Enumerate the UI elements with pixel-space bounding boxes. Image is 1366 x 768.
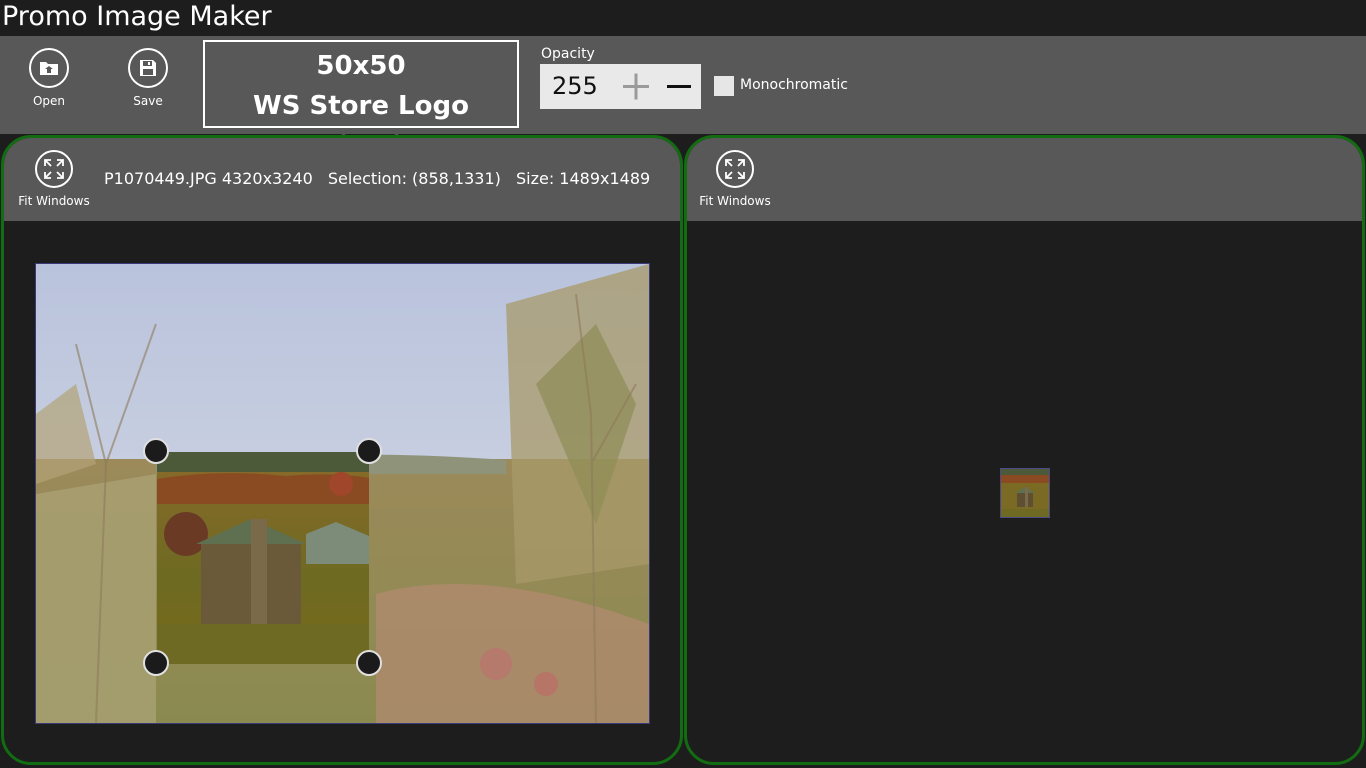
- selection-info: Selection: (858,1331): [327, 169, 501, 188]
- preview-panel: Fit Windows: [684, 135, 1365, 765]
- crop-handle-bottom-right[interactable]: [356, 650, 382, 676]
- expand-arrows-icon: [35, 150, 73, 188]
- opacity-increase-button[interactable]: [615, 64, 655, 109]
- monochromatic-label: Monochromatic: [740, 77, 848, 93]
- preview-thumbnail: [1000, 468, 1050, 518]
- preview-panel-header: Fit Windows: [687, 138, 1362, 221]
- open-label: Open: [32, 94, 66, 108]
- open-button[interactable]: Open: [19, 48, 79, 108]
- app-title: Promo Image Maker: [2, 1, 272, 32]
- open-folder-icon: [29, 48, 69, 88]
- toolbar: Open Save 50x50 WS Store Logo 50x50 Opac…: [0, 36, 1366, 161]
- source-panel-header: Fit Windows P1070449.JPG 4320x3240 Selec…: [4, 138, 680, 221]
- fit-windows-button[interactable]: Fit Windows: [18, 150, 90, 208]
- image-info: P1070449.JPG 4320x3240 Selection: (858,1…: [104, 169, 660, 188]
- opacity-stepper: 255: [540, 64, 701, 109]
- file-info: P1070449.JPG 4320x3240: [104, 169, 313, 188]
- expand-arrows-icon: [716, 150, 754, 188]
- monochromatic-checkbox[interactable]: [714, 76, 734, 96]
- source-photo-art: [36, 264, 649, 723]
- opacity-value[interactable]: 255: [552, 64, 598, 109]
- preview-fit-windows-button[interactable]: Fit Windows: [699, 150, 771, 208]
- fit-windows-label: Fit Windows: [18, 194, 90, 208]
- source-image[interactable]: [35, 263, 650, 724]
- source-panel: Fit Windows P1070449.JPG 4320x3240 Selec…: [1, 135, 683, 765]
- preset-size: 50x50: [316, 51, 406, 81]
- preview-thumbnail-art: [1001, 469, 1049, 517]
- save-disk-icon: [128, 48, 168, 88]
- opacity-label: Opacity: [541, 46, 595, 62]
- plus-icon: [623, 73, 649, 100]
- preset-selector[interactable]: 50x50 WS Store Logo 50x50: [203, 40, 519, 161]
- crop-handle-top-right[interactable]: [356, 438, 382, 464]
- minus-icon: [667, 85, 691, 88]
- save-label: Save: [133, 94, 163, 108]
- title-bar: Promo Image Maker: [0, 0, 1366, 36]
- opacity-decrease-button[interactable]: [659, 64, 699, 109]
- crop-handle-bottom-left[interactable]: [143, 650, 169, 676]
- size-info: Size: 1489x1489: [515, 169, 651, 188]
- save-button[interactable]: Save: [118, 48, 178, 108]
- preview-fit-windows-label: Fit Windows: [699, 194, 771, 208]
- crop-handle-top-left[interactable]: [143, 438, 169, 464]
